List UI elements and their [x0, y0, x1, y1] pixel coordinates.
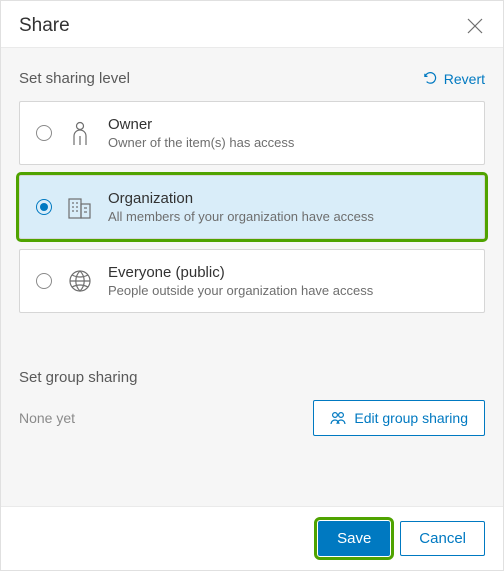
- radio-organization[interactable]: [36, 199, 52, 215]
- revert-link[interactable]: Revert: [424, 71, 485, 87]
- revert-icon: [424, 72, 438, 86]
- option-text: Owner Owner of the item(s) has access: [108, 116, 294, 150]
- sharing-section-header: Set sharing level Revert: [19, 70, 485, 87]
- option-text: Organization All members of your organiz…: [108, 190, 374, 224]
- share-modal: Share Set sharing level Revert: [0, 0, 504, 571]
- sharing-section-title: Set sharing level: [19, 70, 130, 87]
- option-desc: Owner of the item(s) has access: [108, 135, 294, 150]
- option-everyone[interactable]: Everyone (public) People outside your or…: [19, 249, 485, 313]
- close-icon: [465, 16, 485, 36]
- option-organization[interactable]: Organization All members of your organiz…: [19, 175, 485, 239]
- organization-icon: [66, 195, 94, 219]
- cancel-button[interactable]: Cancel: [400, 521, 485, 556]
- revert-label: Revert: [444, 71, 485, 87]
- owner-icon: [66, 120, 94, 146]
- option-title: Owner: [108, 116, 294, 133]
- radio-everyone[interactable]: [36, 273, 52, 289]
- option-desc: People outside your organization have ac…: [108, 283, 373, 298]
- modal-footer: Save Cancel: [1, 507, 503, 570]
- modal-title: Share: [19, 15, 70, 37]
- group-section-title: Set group sharing: [19, 369, 485, 386]
- group-row: None yet Edit group sharing: [19, 400, 485, 436]
- sharing-options: Owner Owner of the item(s) has access: [19, 101, 485, 313]
- group-icon: [330, 411, 346, 425]
- modal-header: Share: [1, 1, 503, 47]
- option-desc: All members of your organization have ac…: [108, 209, 374, 224]
- modal-body: Set sharing level Revert: [1, 47, 503, 507]
- group-status-text: None yet: [19, 410, 75, 426]
- save-button[interactable]: Save: [318, 521, 390, 556]
- edit-group-label: Edit group sharing: [354, 410, 468, 426]
- close-button[interactable]: [465, 16, 485, 36]
- edit-group-sharing-button[interactable]: Edit group sharing: [313, 400, 485, 436]
- radio-owner[interactable]: [36, 125, 52, 141]
- option-title: Everyone (public): [108, 264, 373, 281]
- group-sharing-section: Set group sharing None yet Edit group sh…: [19, 369, 485, 436]
- globe-icon: [66, 269, 94, 293]
- option-owner[interactable]: Owner Owner of the item(s) has access: [19, 101, 485, 165]
- option-title: Organization: [108, 190, 374, 207]
- option-text: Everyone (public) People outside your or…: [108, 264, 373, 298]
